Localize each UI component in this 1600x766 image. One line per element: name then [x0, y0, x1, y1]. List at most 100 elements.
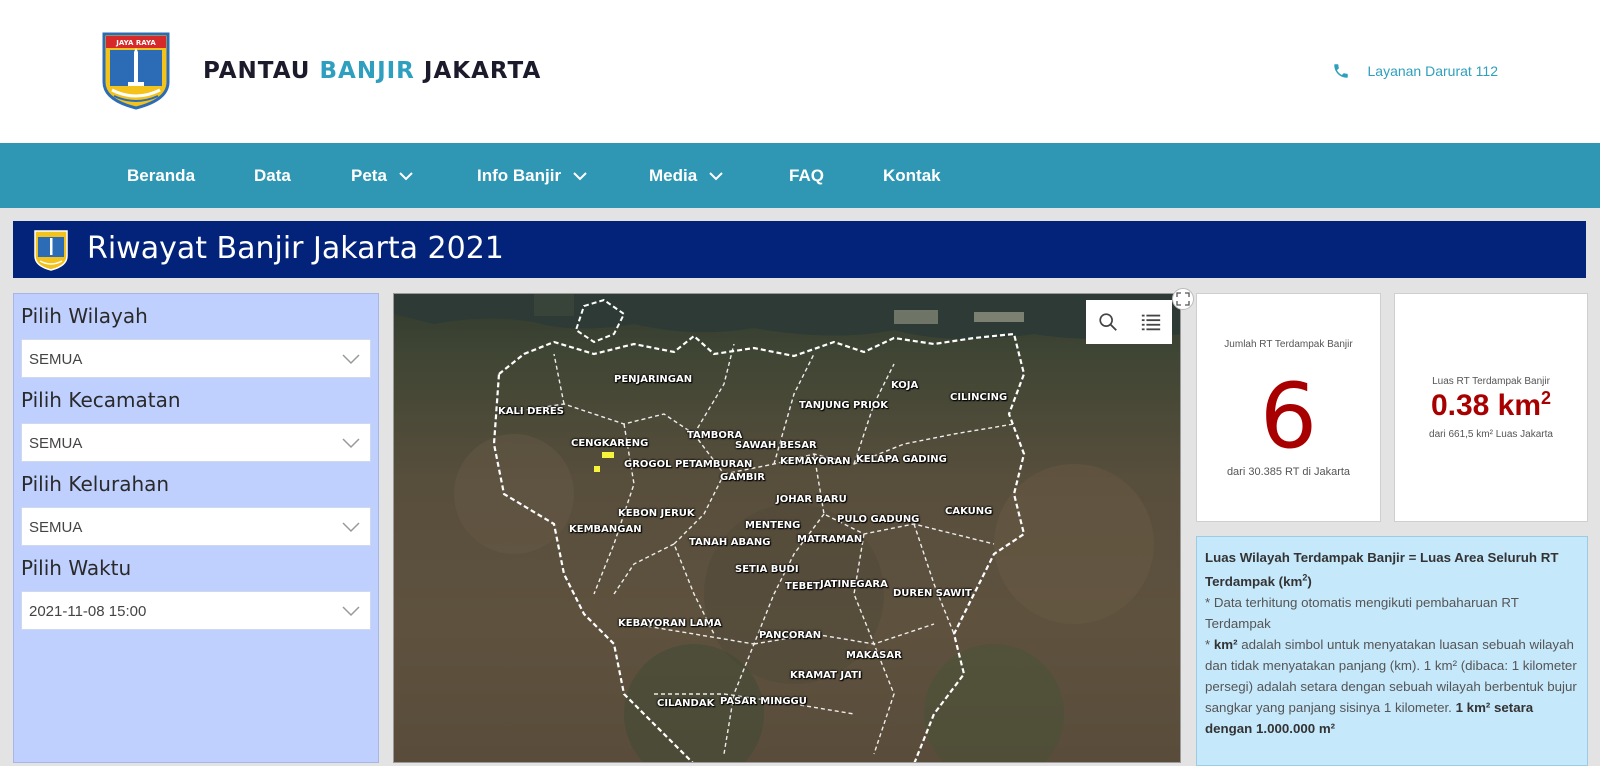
district-label: PENJARINGAN	[614, 374, 693, 385]
kelurahan-label: Pilih Kelurahan	[21, 472, 170, 496]
nav-label: FAQ	[789, 166, 824, 185]
district-label: MENTENG	[745, 520, 801, 531]
jakarta-emblem-logo[interactable]: JAYA RAYA	[100, 30, 172, 110]
info-formula-end: )	[1307, 574, 1312, 590]
kelurahan-select[interactable]: SEMUA	[21, 507, 371, 546]
rt-affected-subtext: dari 30.385 RT di Jakarta	[1226, 466, 1351, 478]
wilayah-select-value: SEMUA	[29, 351, 83, 368]
nav-label: Info Banjir	[477, 166, 562, 185]
district-label: PULO GADUNG	[837, 514, 920, 525]
area-value-sup: 2	[1541, 388, 1552, 408]
nav-item-info-banjir[interactable]: Info Banjir	[477, 143, 589, 208]
district-label: KRAMAT JATI	[790, 670, 862, 681]
jakarta-emblem-small-icon	[34, 230, 68, 271]
chevron-down-icon	[709, 171, 723, 180]
info-note-auto: * Data terhitung otomatis mengikuti pemb…	[1205, 595, 1519, 632]
map-expand-button[interactable]	[1172, 288, 1194, 310]
district-label: KALI DERES	[498, 406, 564, 417]
rt-affected-card: Jumlah RT Terdampak Banjir 6 dari 30.385…	[1196, 293, 1381, 522]
district-label: TANAH ABANG	[689, 537, 771, 548]
site-brand-title[interactable]: PANTAU BANJIR JAKARTA	[203, 58, 541, 84]
district-label: KEMAYORAN	[780, 456, 851, 467]
district-label: PANCORAN	[759, 630, 822, 641]
district-label: SAWAH BESAR	[735, 440, 817, 451]
district-label: TANJUNG PRIOK	[799, 400, 889, 411]
kelurahan-select-value: SEMUA	[29, 519, 83, 536]
nav-item-media[interactable]: Media	[649, 143, 725, 208]
page-title: Riwayat Banjir Jakarta 2021	[87, 231, 504, 266]
kecamatan-select[interactable]: SEMUA	[21, 423, 371, 462]
nav-label: Kontak	[883, 166, 941, 185]
filter-panel: Pilih Wilayah SEMUA Pilih Kecamatan SEMU…	[13, 293, 379, 763]
rt-affected-count: 6	[1259, 364, 1318, 469]
district-label: CILANDAK	[657, 698, 715, 709]
nav-item-data[interactable]: Data	[254, 143, 291, 208]
info-formula-text: Luas Wilayah Terdampak Banjir = Luas Are…	[1205, 550, 1559, 590]
rt-affected-caption: Jumlah RT Terdampak Banjir	[1224, 339, 1353, 350]
area-value-text: 0.38 km	[1430, 389, 1542, 422]
logo-motto-text: JAYA RAYA	[115, 39, 156, 47]
district-label: CAKUNG	[945, 506, 993, 517]
nav-label: Media	[649, 166, 698, 185]
waktu-select[interactable]: 2021-11-08 15:00	[21, 591, 371, 630]
waktu-select-value: 2021-11-08 15:00	[29, 603, 147, 620]
chevron-down-icon	[342, 438, 360, 449]
district-label: JATINEGARA	[820, 579, 888, 590]
chevron-down-icon	[399, 171, 413, 180]
info-formula: Luas Wilayah Terdampak Banjir = Luas Are…	[1205, 547, 1579, 592]
layer-list-icon[interactable]	[1140, 311, 1162, 333]
page-title-banner: Riwayat Banjir Jakarta 2021	[13, 221, 1586, 278]
site-header: JAYA RAYA PANTAU BANJIR JAKARTA Layanan …	[0, 0, 1600, 143]
district-label: CILINCING	[950, 392, 1008, 403]
info-note-km2: * km² adalah simbol untuk menyatakan lua…	[1205, 634, 1579, 739]
brand-part-2: BANJIR	[319, 58, 415, 84]
kecamatan-label: Pilih Kecamatan	[21, 388, 181, 412]
chevron-down-icon	[573, 171, 587, 180]
wilayah-label: Pilih Wilayah	[21, 304, 148, 328]
nav-item-kontak[interactable]: Kontak	[883, 143, 941, 208]
district-label: PASAR MINGGU	[720, 696, 807, 707]
district-label: KELAPA GADING	[856, 454, 947, 465]
emergency-contact-link[interactable]: Layanan Darurat 112	[1332, 62, 1499, 80]
nav-label: Data	[254, 166, 291, 185]
nav-item-peta[interactable]: Peta	[351, 143, 415, 208]
brand-part-1: PANTAU	[203, 58, 320, 84]
kecamatan-select-value: SEMUA	[29, 435, 83, 452]
phone-icon	[1333, 64, 1348, 78]
main-navigation: Beranda Data Peta Info Banjir Media FAQ …	[0, 143, 1600, 208]
area-affected-card: Luas RT Terdampak Banjir 0.38 km2 dari 6…	[1394, 293, 1588, 522]
district-label: SETIA BUDI	[735, 564, 799, 575]
chevron-down-icon	[342, 354, 360, 365]
expand-icon	[1176, 292, 1190, 306]
area-affected-caption: Luas RT Terdampak Banjir	[1432, 376, 1550, 387]
district-label: TEBET	[785, 581, 820, 592]
area-affected-value: 0.38 km2	[1395, 388, 1587, 423]
nav-item-faq[interactable]: FAQ	[789, 143, 824, 208]
nav-label: Beranda	[127, 166, 196, 185]
district-label: KEBAYORAN LAMA	[618, 618, 722, 629]
info-description-box: Luas Wilayah Terdampak Banjir = Luas Are…	[1196, 536, 1588, 766]
flood-map[interactable]: PENJARINGAN KALI DERES TANJUNG PRIOK KOJ…	[393, 293, 1181, 763]
district-label: GAMBIR	[720, 472, 765, 483]
district-label: DUREN SAWIT	[893, 588, 972, 599]
search-icon[interactable]	[1097, 311, 1119, 333]
waktu-label: Pilih Waktu	[21, 556, 132, 580]
map-toolbar	[1086, 300, 1172, 344]
district-label: MAKASAR	[846, 650, 902, 661]
nav-item-beranda[interactable]: Beranda	[127, 143, 195, 208]
district-label: MATRAMAN	[797, 534, 863, 545]
district-label: GROGOL PETAMBURAN	[624, 459, 753, 470]
nav-label: Peta	[351, 166, 387, 185]
wilayah-select[interactable]: SEMUA	[21, 339, 371, 378]
chevron-down-icon	[342, 522, 360, 533]
district-label: CENGKARENG	[571, 438, 649, 449]
district-label: KOJA	[891, 380, 919, 391]
brand-part-3: JAKARTA	[414, 58, 542, 84]
info-note-prefix: *	[1205, 637, 1214, 653]
chevron-down-icon	[342, 606, 360, 617]
area-affected-subtext: dari 661,5 km² Luas Jakarta	[1429, 429, 1553, 440]
district-label: JOHAR BARU	[776, 494, 847, 505]
district-label: KEMBANGAN	[569, 524, 642, 535]
emergency-label: Layanan Darurat 112	[1367, 63, 1499, 79]
district-label: KEBON JERUK	[618, 508, 695, 519]
